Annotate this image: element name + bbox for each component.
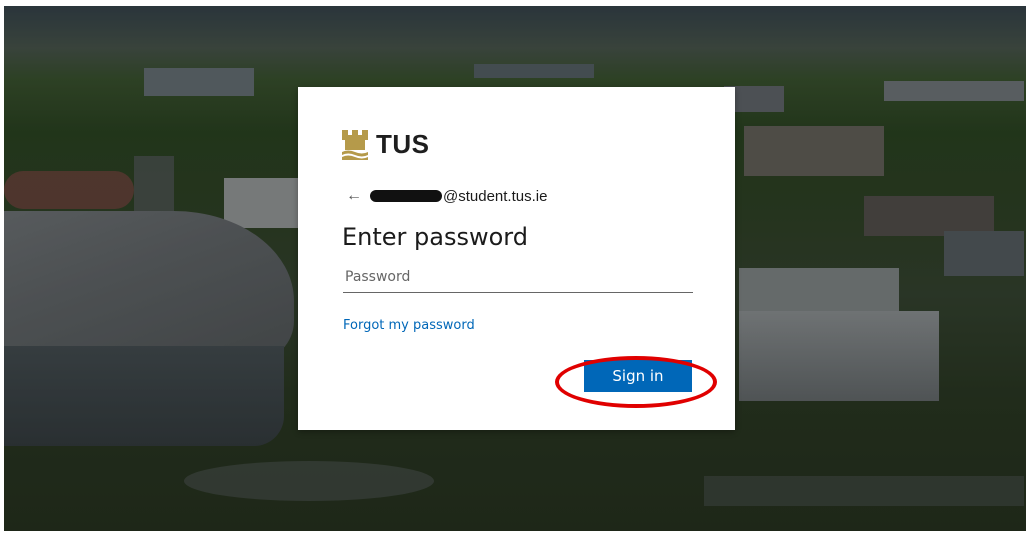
brand-logo: TUS xyxy=(342,129,430,160)
account-identity: ← @student.tus.ie xyxy=(346,187,547,205)
sign-in-button[interactable]: Sign in xyxy=(584,360,692,392)
brand-name: TUS xyxy=(376,129,430,159)
tus-castle-logo-icon xyxy=(342,129,368,160)
password-input[interactable] xyxy=(343,262,693,293)
page-title: Enter password xyxy=(342,223,528,251)
email-suffix: @student.tus.ie xyxy=(443,187,548,205)
redacted-username xyxy=(370,190,442,202)
arrow-left-icon[interactable]: ← xyxy=(346,187,362,205)
forgot-password-link[interactable]: Forgot my password xyxy=(343,318,475,333)
login-card: TUS ← @student.tus.ie Enter password For… xyxy=(298,87,735,430)
